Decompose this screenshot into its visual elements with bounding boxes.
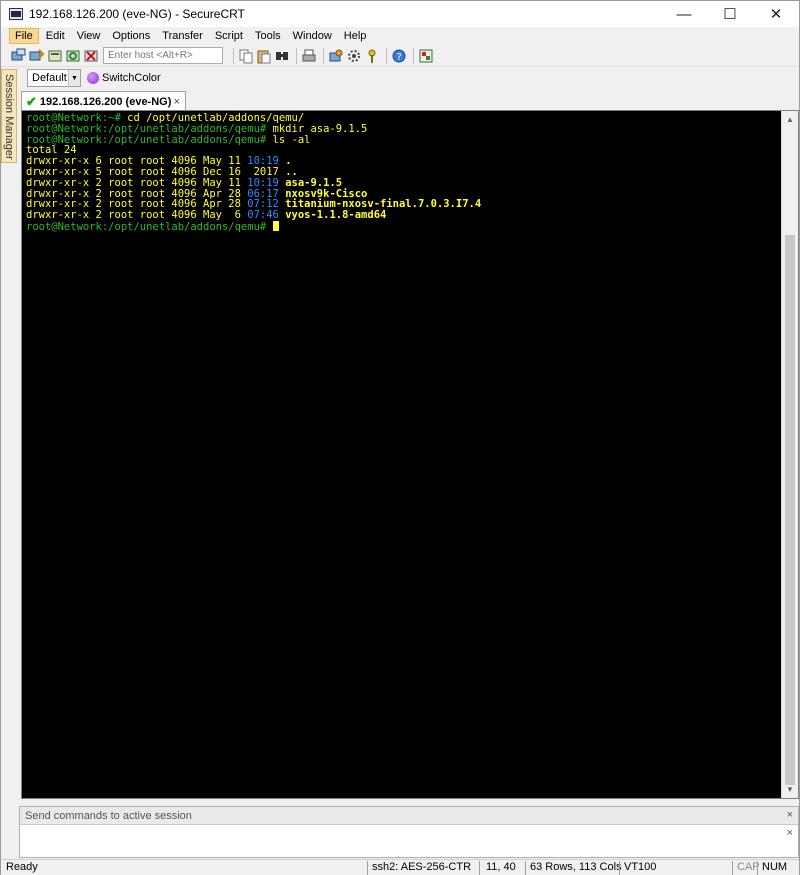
terminal-command: ls -al xyxy=(266,133,311,146)
toolbar-separator xyxy=(296,47,297,64)
toolbar: ? xyxy=(1,45,799,67)
quick-connect-icon[interactable] xyxy=(29,48,45,64)
color-circle-icon xyxy=(87,72,99,84)
window-controls: — ☐ ✕ xyxy=(661,1,799,27)
menu-window[interactable]: Window xyxy=(288,29,337,43)
toolbar-separator xyxy=(413,47,414,64)
connected-check-icon: ✔ xyxy=(26,93,37,109)
listing-perm: drwxr-xr-x 2 root root 4096 May 6 xyxy=(26,209,248,222)
window-title: 192.168.126.200 (eve-NG) - SecureCRT xyxy=(29,7,245,21)
tab-close-icon[interactable]: × xyxy=(174,96,180,108)
terminal-screen[interactable]: root@Network:~# cd /opt/unetlab/addons/q… xyxy=(21,110,799,799)
chevron-down-icon[interactable]: ▼ xyxy=(68,70,80,86)
scroll-down-icon[interactable]: ▼ xyxy=(782,781,798,798)
menu-transfer[interactable]: Transfer xyxy=(157,29,208,43)
switchcolor-button[interactable]: SwitchColor xyxy=(87,72,161,84)
terminal-output: root@Network:~# cd /opt/unetlab/addons/q… xyxy=(26,113,780,233)
connect-icon[interactable] xyxy=(11,48,27,64)
menu-view[interactable]: View xyxy=(72,29,106,43)
close-button[interactable]: ✕ xyxy=(753,1,799,27)
menu-edit[interactable]: Edit xyxy=(41,29,70,43)
status-cipher: ssh2: AES-256-CTR xyxy=(367,861,471,875)
status-terminal-size: 63 Rows, 113 Cols xyxy=(525,861,622,875)
command-window-input[interactable]: × xyxy=(20,825,798,857)
button-bar: Default ▼ SwitchColor xyxy=(21,68,799,88)
minimize-button[interactable]: — xyxy=(661,1,707,27)
securecrt-window: 192.168.126.200 (eve-NG) - SecureCRT — ☐… xyxy=(0,0,800,875)
terminal-scrollbar[interactable]: ▲ ▼ xyxy=(781,111,798,798)
session-tab[interactable]: ✔ 192.168.126.200 (eve-NG) × xyxy=(21,91,186,111)
menu-tools[interactable]: Tools xyxy=(250,29,286,43)
sftp-icon[interactable] xyxy=(418,48,434,64)
scroll-up-icon[interactable]: ▲ xyxy=(782,111,798,128)
menu-help[interactable]: Help xyxy=(339,29,372,43)
status-bar: Ready ssh2: AES-256-CTR 11, 40 63 Rows, … xyxy=(1,859,799,875)
paste-icon[interactable] xyxy=(256,48,272,64)
status-caps-lock: CAP xyxy=(732,861,760,875)
terminal-cursor xyxy=(272,220,279,231)
status-num-lock: NUM xyxy=(757,861,787,875)
toolbar-separator xyxy=(233,47,234,64)
connect-tab-icon[interactable] xyxy=(47,48,63,64)
host-input[interactable] xyxy=(103,47,223,64)
session-tab-row: ✔ 192.168.126.200 (eve-NG) × xyxy=(21,91,800,111)
global-options-icon[interactable] xyxy=(346,48,362,64)
securecrt-app-icon xyxy=(9,8,23,20)
switchcolor-label: SwitchColor xyxy=(102,72,161,84)
scrollbar-thumb[interactable] xyxy=(785,235,795,785)
session-manager-label: Session Manager xyxy=(3,74,15,160)
toolbar-separator xyxy=(323,47,324,64)
maximize-button[interactable]: ☐ xyxy=(707,1,753,27)
status-terminal-type: VT100 xyxy=(619,861,656,875)
button-bar-select-value: Default xyxy=(32,72,67,84)
copy-icon[interactable] xyxy=(238,48,254,64)
command-window-close-icon[interactable]: × xyxy=(787,809,793,821)
listing-name: vyos-1.1.8-amd64 xyxy=(278,209,387,222)
button-bar-select[interactable]: Default ▼ xyxy=(27,69,81,87)
menu-options[interactable]: Options xyxy=(107,29,155,43)
command-window-header: Send commands to active session × xyxy=(20,807,798,825)
title-bar: 192.168.126.200 (eve-NG) - SecureCRT — ☐… xyxy=(1,1,799,27)
disconnect-icon[interactable] xyxy=(83,48,99,64)
session-manager-tab[interactable]: Session Manager xyxy=(1,69,17,163)
find-icon[interactable] xyxy=(274,48,290,64)
terminal-prompt: root@Network:/opt/unetlab/addons/qemu# xyxy=(26,220,267,233)
menu-script[interactable]: Script xyxy=(210,29,248,43)
svg-text:?: ? xyxy=(397,52,402,63)
command-window-title: Send commands to active session xyxy=(25,809,192,822)
print-icon[interactable] xyxy=(301,48,317,64)
reconnect-icon[interactable] xyxy=(65,48,81,64)
status-cursor-position: 11, 40 xyxy=(479,861,516,875)
status-ready: Ready xyxy=(6,861,38,873)
command-input-close-icon[interactable]: × xyxy=(787,827,793,839)
help-icon[interactable]: ? xyxy=(391,48,407,64)
listing-time: 07:46 xyxy=(247,209,279,222)
toolbar-separator xyxy=(386,47,387,64)
menu-bar: File Edit View Options Transfer Script T… xyxy=(1,27,799,45)
session-options-icon[interactable] xyxy=(328,48,344,64)
command-window: Send commands to active session × × xyxy=(19,806,799,858)
session-tab-label: 192.168.126.200 (eve-NG) xyxy=(39,95,172,108)
menu-file[interactable]: File xyxy=(9,28,39,44)
keymap-icon[interactable] xyxy=(364,48,380,64)
